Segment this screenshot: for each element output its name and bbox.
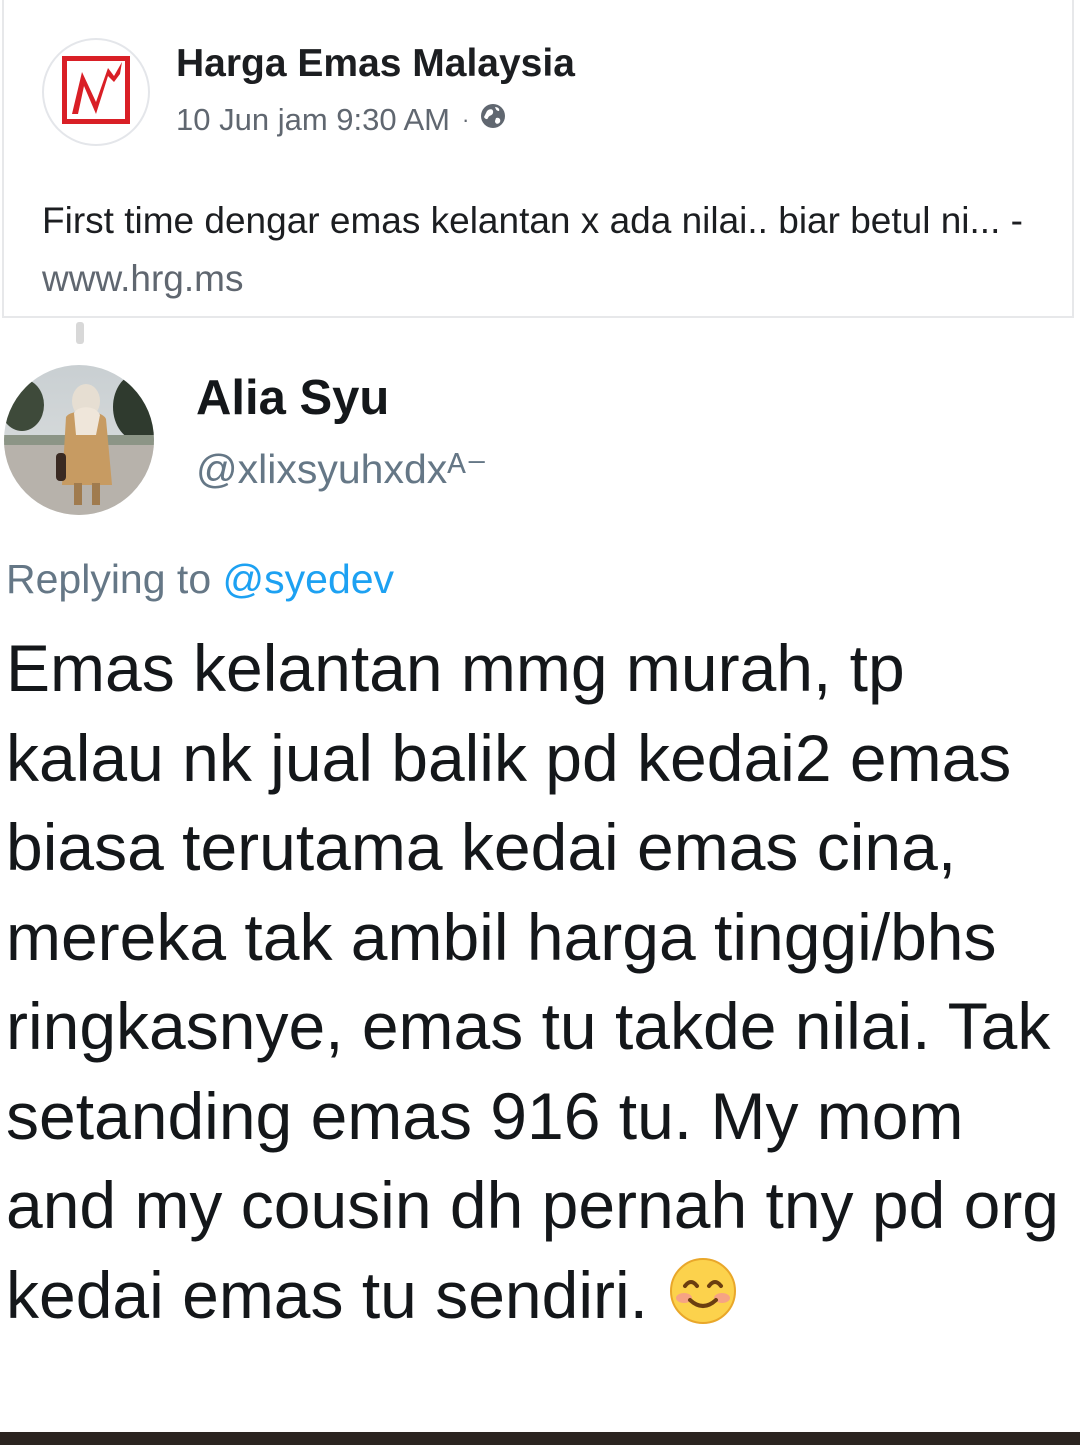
post-message: First time dengar emas kelantan x ada ni… bbox=[42, 200, 1001, 241]
handle-text: @xlixsyuhxdx bbox=[196, 446, 448, 492]
post-link[interactable]: www.hrg.ms bbox=[42, 258, 243, 299]
smiling-face-icon bbox=[668, 1256, 738, 1326]
link-prefix: - bbox=[1000, 200, 1023, 241]
page-avatar[interactable] bbox=[42, 38, 150, 146]
divider-mark bbox=[76, 322, 84, 344]
tweet-text: Emas kelantan mmg murah, tp kalau nk jua… bbox=[6, 624, 1076, 1340]
bottom-edge-bar bbox=[0, 1432, 1080, 1445]
replying-to: Replying to @syedev bbox=[6, 556, 394, 603]
post-timestamp[interactable]: 10 Jun jam 9:30 AM bbox=[176, 102, 450, 138]
globe-icon[interactable] bbox=[479, 102, 507, 138]
tweet-body: Emas kelantan mmg murah, tp kalau nk jua… bbox=[6, 631, 1060, 1332]
meta-separator: · bbox=[462, 107, 470, 132]
user-handle[interactable]: @xlixsyuhxdxᴬ⁻ bbox=[196, 445, 487, 493]
handle-trailing: ᴬ⁻ bbox=[447, 446, 488, 492]
facebook-post-card: Harga Emas Malaysia 10 Jun jam 9:30 AM ·… bbox=[2, 0, 1074, 318]
display-name[interactable]: Alia Syu bbox=[196, 370, 389, 426]
replying-prefix: Replying to bbox=[6, 556, 223, 602]
screenshot-page: Harga Emas Malaysia 10 Jun jam 9:30 AM ·… bbox=[0, 0, 1080, 1445]
mention-link[interactable]: @syedev bbox=[223, 556, 395, 602]
post-text: First time dengar emas kelantan x ada ni… bbox=[42, 192, 1042, 308]
post-meta: 10 Jun jam 9:30 AM · bbox=[176, 102, 507, 138]
avatar[interactable] bbox=[4, 365, 154, 515]
page-name[interactable]: Harga Emas Malaysia bbox=[176, 42, 575, 86]
harga-emas-logo-icon bbox=[62, 55, 130, 129]
